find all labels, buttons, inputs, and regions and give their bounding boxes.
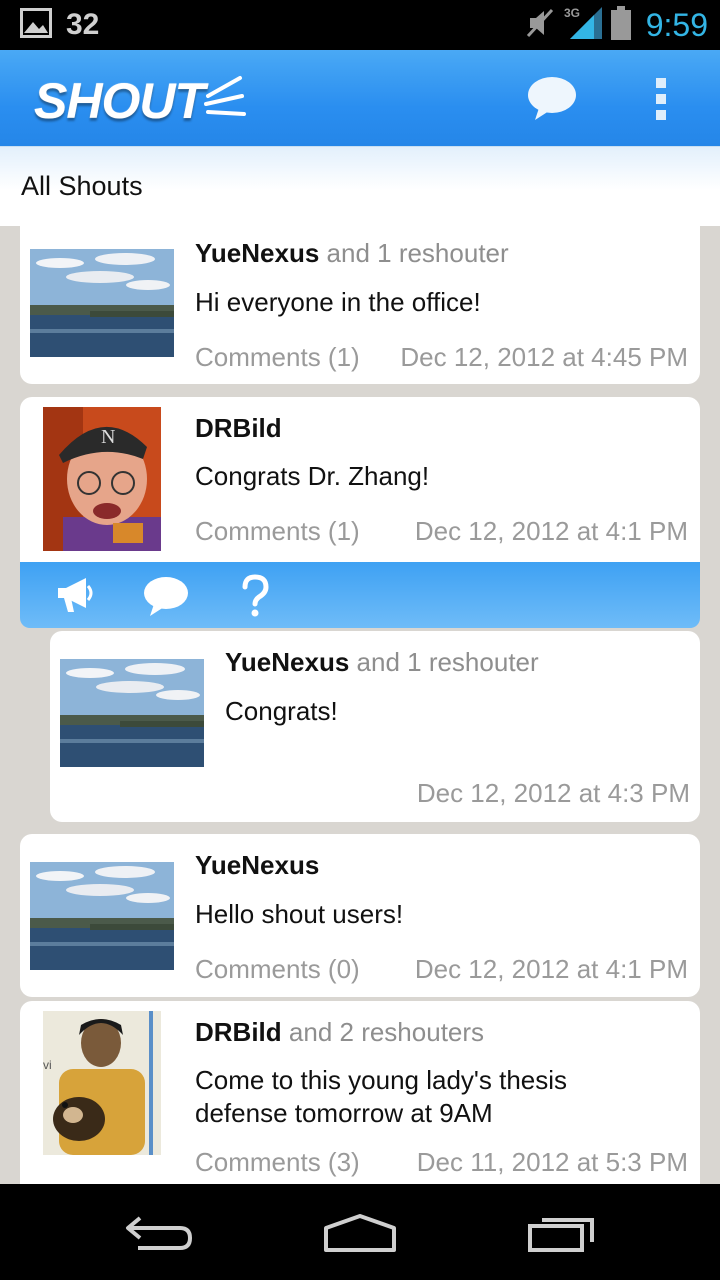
action-bar: SHOUT [0,50,720,146]
shout-card[interactable]: YueNexus Hello shout users! Comments (0)… [20,834,700,997]
notification-count: 32 [66,8,100,41]
shout-message: Congrats Dr. Zhang! [195,461,430,491]
username[interactable]: DRBild [195,413,282,443]
image-icon [20,8,52,42]
user-avatar[interactable] [30,249,174,357]
system-nav-bar [0,1184,720,1280]
comments-link[interactable]: Comments (3) [195,1147,360,1178]
reshout-card[interactable]: YueNexus and 1 reshouter Congrats! Dec 1… [50,631,700,822]
username[interactable]: DRBild [195,1017,282,1047]
battery-icon [610,5,632,45]
username[interactable]: YueNexus [225,647,349,677]
shout-date: Dec 12, 2012 at 4:1 PM [414,954,688,984]
overflow-menu-icon[interactable] [656,78,670,126]
chat-bubble-icon[interactable] [525,74,579,128]
svg-text:N: N [101,426,115,448]
shout-author: YueNexus [195,850,319,881]
shout-message: Hi everyone in the office! [195,287,481,317]
shout-author: YueNexus and 1 reshouter [195,238,509,269]
shout-message: Congrats! [225,696,338,726]
shout-date: Dec 12, 2012 at 4:1 PM [414,516,688,546]
reshouter-count[interactable]: and 2 reshouters [289,1017,484,1047]
recent-apps-icon[interactable] [526,1212,598,1258]
logo-swoosh-icon [202,74,248,124]
username[interactable]: YueNexus [195,238,319,268]
reshouter-count[interactable]: and 1 reshouter [357,647,539,677]
shout-author: DRBild and 2 reshouters [195,1017,484,1048]
comment-bubble-icon[interactable] [142,574,190,622]
comments-link[interactable]: Comments (1) [195,516,360,547]
username[interactable]: YueNexus [195,850,319,880]
status-time: 9:59 [645,6,708,43]
user-avatar[interactable]: vi [43,1011,161,1155]
shout-author: YueNexus and 1 reshouter [225,647,539,678]
back-icon[interactable] [124,1212,196,1256]
comments-link[interactable]: Comments (1) [195,342,360,373]
filter-header[interactable]: All Shouts [0,146,720,226]
network-type: 3G [564,6,580,20]
shout-card[interactable]: YueNexus and 1 reshouter Hi everyone in … [20,226,700,384]
mute-icon [526,6,556,44]
user-avatar[interactable] [30,862,174,970]
shout-author: DRBild [195,413,282,444]
reshout-megaphone-icon[interactable] [54,574,98,620]
reshouter-count[interactable]: and 1 reshouter [327,238,509,268]
shout-card[interactable]: vi DRBild and 2 reshouters Come to this … [20,1001,700,1184]
app-logo[interactable]: SHOUT [34,72,205,130]
home-icon[interactable] [322,1212,398,1258]
user-avatar[interactable] [60,659,204,767]
shout-message: Hello shout users! [195,899,404,929]
svg-text:vi: vi [43,1058,52,1072]
signal-icon: 3G [564,5,604,45]
shout-date: Dec 12, 2012 at 4:45 PM [400,342,688,372]
shout-message: Come to this young lady's thesis defense… [195,1065,568,1128]
shout-date: Dec 11, 2012 at 5:3 PM [416,1147,688,1177]
shout-date: Dec 12, 2012 at 4:3 PM [416,778,690,808]
filter-label: All Shouts [21,171,143,201]
shout-card[interactable]: N DRBild Congrats Dr. Zhang! Comments (1… [20,397,700,562]
status-bar: 32 3G 9:59 [0,0,720,50]
shout-list[interactable]: YueNexus and 1 reshouter Hi everyone in … [0,226,720,1184]
user-avatar[interactable]: N [43,407,161,551]
question-icon[interactable] [240,574,270,622]
shout-action-bar [20,562,700,628]
comments-link[interactable]: Comments (0) [195,954,360,985]
